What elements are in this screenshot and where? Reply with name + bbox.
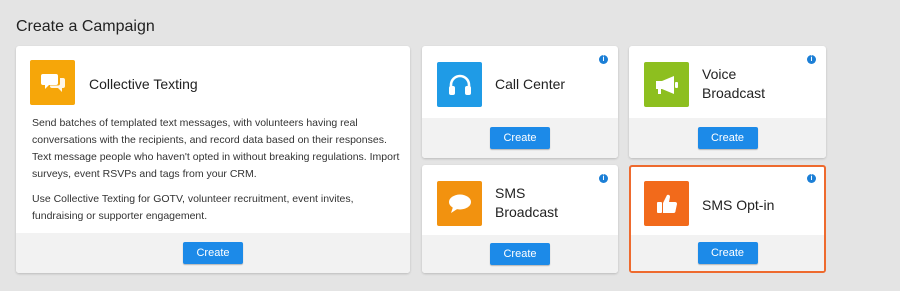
card-footer: Create	[631, 235, 824, 271]
description-paragraph: Send batches of templated text messages,…	[32, 117, 400, 180]
card-footer: Create	[16, 233, 410, 273]
card-footer: Create	[422, 235, 618, 273]
info-icon[interactable]: i	[599, 55, 608, 64]
speech-bubble-icon	[437, 181, 482, 226]
card-title: SMS Broadcast	[495, 184, 558, 222]
page-title: Create a Campaign	[16, 18, 155, 35]
info-icon[interactable]: i	[807, 174, 816, 183]
card-title: Call Center	[495, 76, 566, 92]
create-collective-texting-button[interactable]: Create	[183, 242, 243, 264]
chat-bubbles-icon	[30, 60, 75, 105]
card-collective-texting[interactable]: Collective Texting Send batches of templ…	[16, 46, 410, 273]
create-call-center-button[interactable]: Create	[490, 127, 550, 149]
card-call-center[interactable]: i Call Center Create	[422, 46, 618, 158]
card-title-line: SMS	[495, 185, 526, 201]
card-footer: Create	[422, 118, 618, 158]
create-sms-broadcast-button[interactable]: Create	[490, 243, 550, 265]
card-sms-broadcast[interactable]: i SMS Broadcast Create	[422, 165, 618, 273]
card-voice-broadcast[interactable]: i Voice Broadcast Create	[629, 46, 826, 158]
card-title-line: Voice	[702, 66, 737, 82]
card-sms-optin[interactable]: i SMS Opt-in Create	[629, 165, 826, 273]
description-paragraph: Use Collective Texting for GOTV, volunte…	[32, 193, 354, 222]
card-title-line: Broadcast	[495, 204, 559, 220]
card-description: Send batches of templated text messages,…	[32, 115, 400, 233]
headset-icon	[437, 62, 482, 107]
card-title: Voice Broadcast	[702, 65, 765, 103]
create-sms-optin-button[interactable]: Create	[697, 242, 758, 264]
card-title-line: Broadcast	[702, 85, 766, 101]
create-voice-broadcast-button[interactable]: Create	[697, 127, 758, 149]
card-title: SMS Opt-in	[702, 197, 775, 213]
thumbs-up-icon	[644, 181, 689, 226]
card-footer: Create	[629, 118, 826, 158]
card-title: Collective Texting	[89, 76, 198, 92]
megaphone-icon	[644, 62, 689, 107]
info-icon[interactable]: i	[807, 55, 816, 64]
info-icon[interactable]: i	[599, 174, 608, 183]
